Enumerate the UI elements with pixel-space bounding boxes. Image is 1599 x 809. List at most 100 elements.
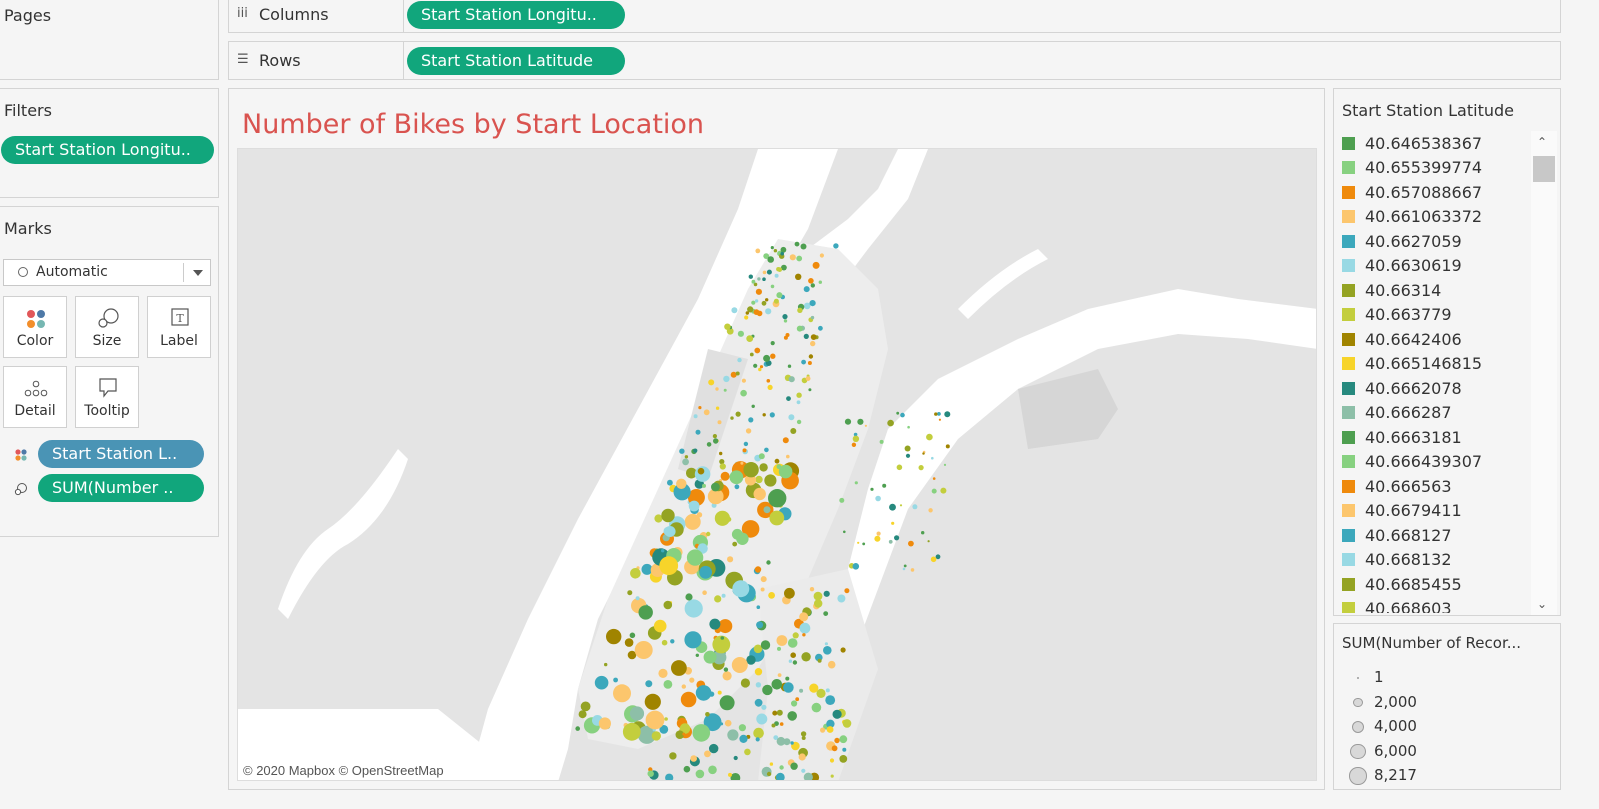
station-dot (773, 298, 779, 304)
legend-scrollbar[interactable]: ⌃ ⌄ (1531, 131, 1557, 615)
marks-label-button[interactable]: T Label (147, 296, 211, 358)
marks-panel: Marks Automatic Color Size T Label Detai… (0, 206, 219, 537)
station-dot (870, 487, 874, 491)
station-dot (692, 724, 711, 742)
station-dot (629, 706, 645, 721)
station-dot (799, 688, 804, 693)
text-label-icon: T (148, 307, 210, 331)
marks-detail-button[interactable]: Detail (3, 366, 67, 428)
color-legend-item[interactable]: 40.6663181 (1342, 425, 1462, 450)
station-dot (684, 513, 701, 530)
color-legend-item[interactable]: 40.666563 (1342, 474, 1452, 499)
color-legend-item[interactable]: 40.6627059 (1342, 229, 1462, 254)
marks-color-pill[interactable]: Start Station L.. (38, 440, 204, 468)
station-dot (759, 463, 768, 472)
station-dot (811, 702, 822, 713)
color-legend-item[interactable]: 40.665146815 (1342, 352, 1482, 377)
station-dot (689, 677, 695, 683)
station-dot (774, 458, 780, 464)
marks-color-button[interactable]: Color (3, 296, 67, 358)
color-legend-item[interactable]: 40.646538367 (1342, 131, 1482, 156)
station-dot (682, 458, 689, 466)
marks-size-pill[interactable]: SUM(Number .. (38, 474, 204, 502)
station-dot (664, 717, 668, 721)
size-label: 8,217 (1374, 766, 1417, 784)
station-dot (809, 587, 815, 592)
station-dot (624, 638, 634, 647)
station-dot (792, 632, 799, 639)
station-dot (791, 700, 798, 707)
station-dot (805, 376, 811, 381)
station-dot (889, 503, 896, 511)
station-dot (787, 364, 792, 368)
station-dot (676, 478, 687, 489)
color-legend-item[interactable]: 40.6642406 (1342, 327, 1462, 352)
station-dot (907, 425, 910, 429)
station-dot (765, 308, 772, 315)
station-dot (776, 292, 783, 299)
filter-pill-longitude[interactable]: Start Station Longitu.. (1, 136, 214, 164)
station-dot (580, 701, 591, 712)
station-dot (782, 437, 789, 444)
map-attribution: © 2020 Mapbox © OpenStreetMap (243, 763, 444, 778)
color-legend-item[interactable]: 40.6685455 (1342, 572, 1462, 597)
station-dot (927, 540, 930, 543)
mark-type-dropdown[interactable]: Automatic (3, 259, 211, 286)
station-dot (896, 464, 903, 471)
color-legend-item[interactable]: 40.6662078 (1342, 376, 1462, 401)
legend-swatch (1342, 161, 1355, 175)
svg-text:T: T (176, 312, 184, 325)
legend-label: 40.668603 (1365, 599, 1452, 613)
color-legend-item[interactable]: 40.663779 (1342, 303, 1452, 328)
station-dot (745, 311, 749, 315)
station-dot (684, 455, 689, 459)
color-legend-item[interactable]: 40.668127 (1342, 523, 1452, 548)
station-dot (669, 752, 677, 760)
station-dot (758, 367, 762, 372)
station-dot (613, 684, 631, 703)
color-legend-item[interactable]: 40.657088667 (1342, 180, 1482, 205)
station-dot (910, 568, 915, 572)
station-dot (719, 695, 735, 711)
legend-label: 40.663779 (1365, 305, 1452, 325)
rows-pill-latitude[interactable]: Start Station Latitude (407, 47, 625, 75)
color-legend-item[interactable]: 40.66314 (1342, 278, 1441, 303)
station-dot (762, 413, 766, 417)
station-dot (796, 419, 802, 425)
station-dot (764, 447, 769, 453)
color-legend-item[interactable]: 40.661063372 (1342, 205, 1482, 230)
scroll-up-icon[interactable]: ⌃ (1537, 135, 1547, 149)
station-dot (795, 697, 800, 702)
columns-pill-longitude[interactable]: Start Station Longitu.. (407, 1, 625, 29)
color-legend-item[interactable]: 40.668603 (1342, 597, 1452, 613)
station-dot (635, 596, 640, 601)
station-dot (852, 435, 860, 442)
scroll-down-icon[interactable]: ⌄ (1537, 597, 1547, 611)
station-dot (751, 404, 755, 408)
size-field-icon (14, 481, 28, 500)
station-dot (755, 288, 763, 295)
columns-shelf[interactable]: iii Columns Start Station Longitu.. (228, 0, 1561, 33)
station-dot (825, 695, 836, 705)
color-legend-item[interactable]: 40.666439307 (1342, 450, 1482, 475)
color-legend-item[interactable]: 40.6630619 (1342, 254, 1462, 279)
color-legend-item[interactable]: 40.668132 (1342, 548, 1452, 573)
viz-panel: Number of Bikes by Start Location © 2020… (228, 88, 1325, 790)
size-label: 1 (1374, 668, 1384, 686)
color-legend-item[interactable]: 40.666287 (1342, 401, 1452, 426)
station-dot (777, 646, 781, 651)
map-area[interactable]: © 2020 Mapbox © OpenStreetMap (237, 148, 1317, 781)
mark-type-value: Automatic (36, 264, 108, 280)
rows-shelf[interactable]: ☰ Rows Start Station Latitude (228, 41, 1561, 80)
station-dot (634, 641, 653, 659)
size-legend-list: 1 2,000 4,000 6,000 8,217 (1334, 666, 1554, 791)
station-dot (772, 710, 778, 716)
legend-swatch (1342, 136, 1355, 150)
scroll-thumb[interactable] (1533, 156, 1555, 182)
color-legend-item[interactable]: 40.6679411 (1342, 499, 1462, 524)
marks-tooltip-button[interactable]: Tooltip (75, 366, 139, 428)
marks-size-button[interactable]: Size (75, 296, 139, 358)
station-dot (754, 566, 762, 573)
legend-swatch (1342, 479, 1355, 493)
color-legend-item[interactable]: 40.655399774 (1342, 156, 1482, 181)
